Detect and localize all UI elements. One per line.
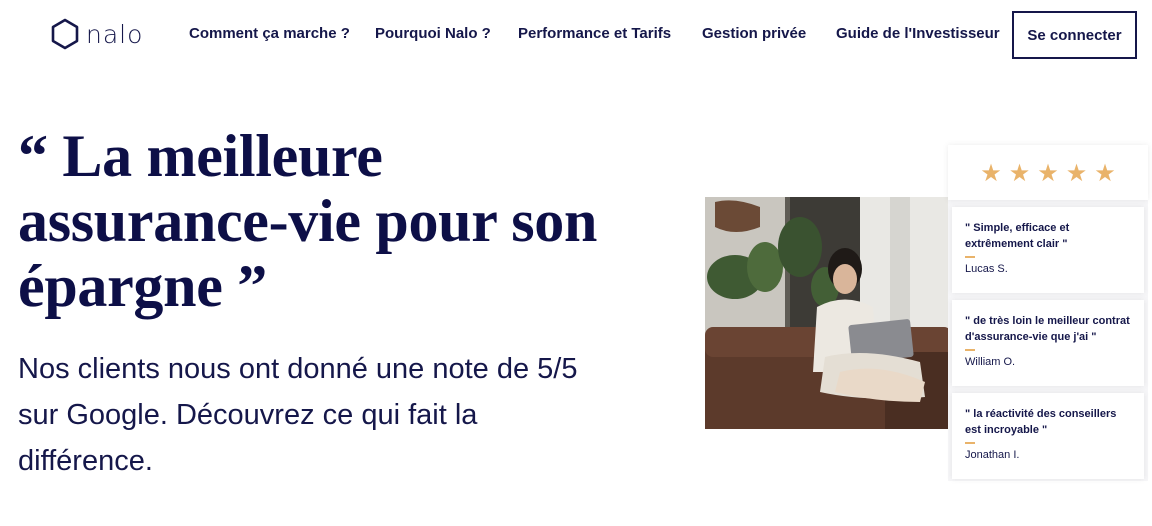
review-card: " Simple, efficace et extrêmement clair … [952,207,1144,293]
review-divider [965,349,975,351]
review-card: " la réactivité des conseillers est incr… [952,393,1144,479]
review-divider [965,442,975,444]
review-quote: " Simple, efficace et extrêmement clair … [965,222,1070,250]
review-quote: " de très loin le meilleur contrat d'ass… [965,315,1130,343]
nav-item-pourquoi-nalo[interactable]: Pourquoi Nalo ? [375,25,491,42]
review-author: Lucas S. [965,263,1008,275]
hero-photo-woman-laptop [705,197,952,429]
review-divider [965,256,975,258]
nav-item-performance-tarifs[interactable]: Performance et Tarifs [518,25,671,42]
star-icon: ★ [980,158,1002,187]
brand-name: nalo [86,19,144,49]
hexagon-logo-icon [51,18,79,50]
nav-item-gestion-privee[interactable]: Gestion privée [702,25,806,42]
star-icon: ★ [1094,158,1116,187]
nav-item-guide-investisseur[interactable]: Guide de l'Investisseur [836,25,1000,42]
star-rating: ★ ★ ★ ★ ★ [948,145,1148,200]
star-icon: ★ [1037,158,1059,187]
hero-headline: “ La meilleure assurance-vie pour son ép… [18,123,598,319]
star-icon: ★ [1065,158,1088,187]
nalo-logo[interactable]: nalo [51,18,143,50]
review-author: William O. [965,356,1016,368]
review-author: Jonathan I. [965,449,1020,461]
review-quote: " la réactivité des conseillers est incr… [965,408,1117,436]
hero-subline: Nos clients nous ont donné une note de 5… [18,353,578,477]
star-icon: ★ [1008,158,1031,187]
google-reviews-panel: ★ ★ ★ ★ ★ " Simple, efficace et extrêmem… [948,145,1148,481]
nav-item-comment-ca-marche[interactable]: Comment ça marche ? [189,25,350,42]
review-card: " de très loin le meilleur contrat d'ass… [952,300,1144,386]
login-button[interactable]: Se connecter [1012,11,1137,59]
